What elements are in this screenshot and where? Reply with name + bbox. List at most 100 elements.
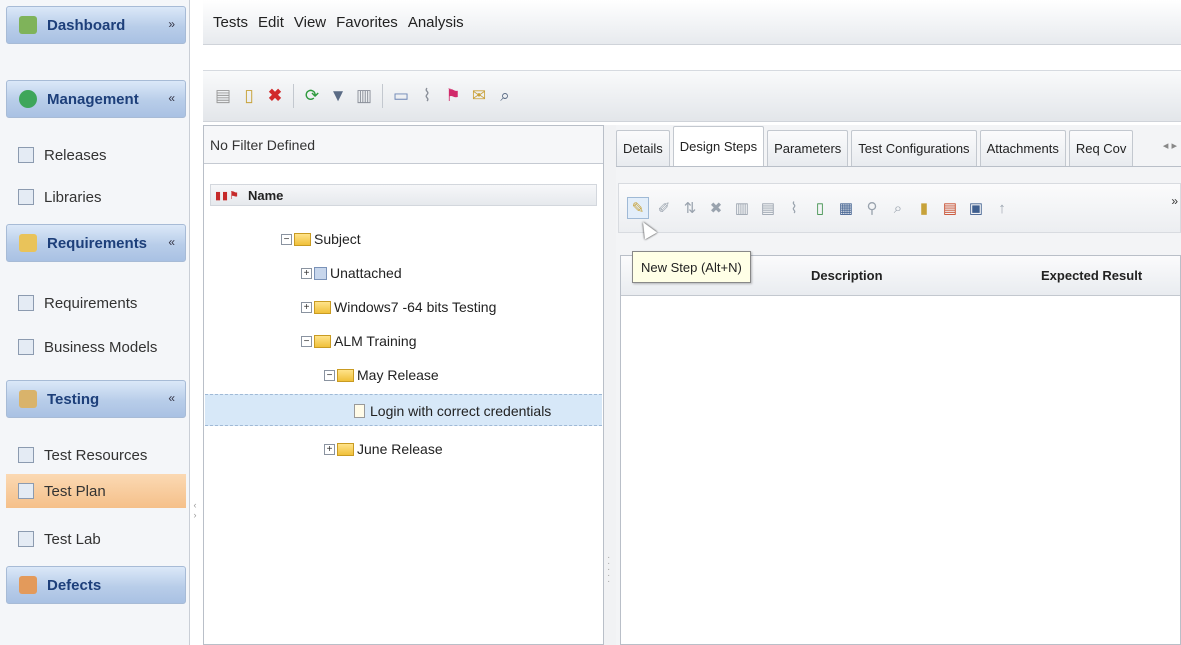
management-icon — [19, 90, 37, 108]
move-up-icon[interactable]: ↑ — [991, 197, 1013, 219]
splitter-grip: · · · · · — [607, 552, 611, 587]
tree-node-may-release[interactable]: − May Release — [324, 362, 439, 388]
filter-icon[interactable]: ▼ — [328, 86, 348, 106]
test-lab-icon — [18, 531, 34, 547]
attachment-icon[interactable]: ⌇ — [417, 86, 437, 106]
sidebar-group-testing[interactable]: Testing « — [6, 380, 186, 418]
expand-icon[interactable]: + — [324, 443, 335, 455]
tab-scroll-arrows[interactable]: ◂ ▸ — [1163, 139, 1177, 152]
collapse-icon[interactable]: − — [324, 369, 335, 381]
tree-node-label: ALM Training — [334, 333, 417, 349]
menu-view[interactable]: View — [294, 14, 326, 31]
generate-script-icon[interactable]: ▮ — [913, 197, 935, 219]
new-test-icon[interactable]: ▯ — [239, 86, 259, 106]
test-resources-icon — [18, 447, 34, 463]
more-tools-icon[interactable]: » — [1171, 194, 1178, 208]
tree-node-june-release[interactable]: + June Release — [324, 436, 443, 462]
new-folder-icon[interactable]: ▤ — [213, 86, 233, 106]
sidebar-group-label: Testing — [47, 390, 100, 408]
detail-pane: Details Design Steps Parameters Test Con… — [616, 125, 1181, 645]
tree-node-label: Subject — [314, 231, 361, 247]
business-models-icon — [18, 339, 34, 355]
tree-node-unattached[interactable]: + Unattached — [301, 260, 402, 286]
dashboard-icon — [19, 16, 37, 34]
requirements-list-icon — [18, 295, 34, 311]
test-plan-tree: No Filter Defined ▮▮⚑ Name − Subject + U… — [203, 125, 604, 645]
sidebar-collapse-handle[interactable]: ‹ › — [190, 500, 200, 540]
find-icon[interactable]: ⌕ — [495, 86, 515, 106]
sidebar-group-label: Requirements — [47, 234, 148, 252]
sidebar-item-business-models[interactable]: Business Models — [6, 330, 186, 364]
tree-node-alm-training[interactable]: − ALM Training — [301, 328, 416, 354]
pane-splitter[interactable]: · · · · · — [604, 125, 616, 645]
call-to-test-icon[interactable]: ▯ — [809, 197, 831, 219]
sidebar-item-test-lab[interactable]: Test Lab — [6, 522, 186, 556]
tab-design-steps[interactable]: Design Steps — [672, 126, 765, 166]
renumber-steps-icon[interactable]: ⇅ — [679, 197, 701, 219]
folder-icon — [294, 232, 311, 246]
tree-header: ▮▮⚑ Name — [210, 184, 597, 206]
sidebar-item-requirements[interactable]: Requirements — [6, 286, 186, 320]
tree-node-windows7[interactable]: + Windows7 -64 bits Testing — [301, 294, 496, 320]
attachment-icon[interactable]: ⌇ — [783, 197, 805, 219]
tab-test-configurations[interactable]: Test Configurations — [851, 130, 977, 166]
copy-step-icon[interactable]: ▥ — [731, 197, 753, 219]
tooltip: New Step (Alt+N) — [632, 251, 751, 283]
tab-req-coverage[interactable]: Req Cov — [1068, 130, 1134, 166]
testing-icon — [19, 390, 37, 408]
expand-icon[interactable]: + — [301, 267, 312, 279]
find-icon[interactable]: ⌕ — [887, 197, 909, 219]
collapse-icon[interactable]: − — [301, 335, 312, 347]
folder-icon — [337, 442, 354, 456]
sidebar: Dashboard » Management « Releases Librar… — [0, 0, 190, 645]
sidebar-item-test-resources[interactable]: Test Resources — [6, 438, 186, 472]
sidebar-item-test-plan[interactable]: Test Plan — [6, 474, 186, 508]
sidebar-group-requirements[interactable]: Requirements « — [6, 224, 186, 262]
delete-icon[interactable]: ✖ — [265, 86, 285, 106]
insert-parameter-icon[interactable]: ▦ — [835, 197, 857, 219]
menu-tests[interactable]: Tests — [213, 14, 248, 31]
chevron-down-icon[interactable]: » — [168, 17, 175, 31]
sidebar-group-defects[interactable]: Defects — [6, 566, 186, 604]
design-steps-toolbar: ✎ ✐ ⇅ ✖ ▥ ▤ ⌇ ▯ ▦ ⚲ ⌕ ▮ ▤ ▣ ↑ » — [618, 183, 1181, 233]
collapse-icon[interactable]: − — [281, 233, 292, 245]
menu-edit[interactable]: Edit — [258, 14, 284, 31]
folder-icon — [314, 334, 331, 348]
edit-step-icon[interactable]: ✐ — [653, 197, 675, 219]
expand-icon[interactable]: + — [301, 301, 312, 313]
link-icon[interactable]: ⚲ — [861, 197, 883, 219]
mail-icon[interactable]: ✉ — [469, 86, 489, 106]
description-column-header[interactable]: Description — [811, 268, 883, 283]
tab-details[interactable]: Details — [616, 130, 670, 166]
sidebar-item-releases[interactable]: Releases — [6, 138, 186, 172]
new-step-icon[interactable]: ✎ — [627, 197, 649, 219]
refresh-icon[interactable]: ⟳ — [302, 86, 322, 106]
save-icon[interactable]: ▣ — [965, 197, 987, 219]
menu-favorites[interactable]: Favorites — [336, 14, 398, 31]
menu-analysis[interactable]: Analysis — [408, 14, 464, 31]
paste-step-icon[interactable]: ▤ — [757, 197, 779, 219]
delete-step-icon[interactable]: ✖ — [705, 197, 727, 219]
filter-status: No Filter Defined — [204, 126, 603, 164]
chevron-up-icon[interactable]: « — [168, 391, 175, 405]
tab-attachments[interactable]: Attachments — [979, 130, 1066, 166]
go-to-icon[interactable]: ▭ — [391, 86, 411, 106]
copy-icon[interactable]: ▥ — [354, 86, 374, 106]
name-column-header[interactable]: Name — [248, 188, 283, 203]
detail-tabs: Details Design Steps Parameters Test Con… — [616, 125, 1181, 167]
unattached-folder-icon — [314, 266, 327, 280]
chevron-up-icon[interactable]: « — [168, 235, 175, 249]
folder-icon — [337, 368, 354, 382]
releases-icon — [18, 147, 34, 163]
expected-result-column-header[interactable]: Expected Result — [1041, 268, 1142, 283]
flag-icon[interactable]: ⚑ — [443, 86, 463, 106]
sidebar-group-dashboard[interactable]: Dashboard » — [6, 6, 186, 44]
tree-node-subject[interactable]: − Subject — [281, 226, 361, 252]
export-icon[interactable]: ▤ — [939, 197, 961, 219]
chevron-up-icon[interactable]: « — [168, 91, 175, 105]
tree-node-login-test[interactable]: Login with correct credentials — [354, 398, 551, 424]
sidebar-item-libraries[interactable]: Libraries — [6, 180, 186, 214]
sidebar-item-label: Releases — [44, 146, 107, 164]
sidebar-group-management[interactable]: Management « — [6, 80, 186, 118]
tab-parameters[interactable]: Parameters — [767, 130, 849, 166]
